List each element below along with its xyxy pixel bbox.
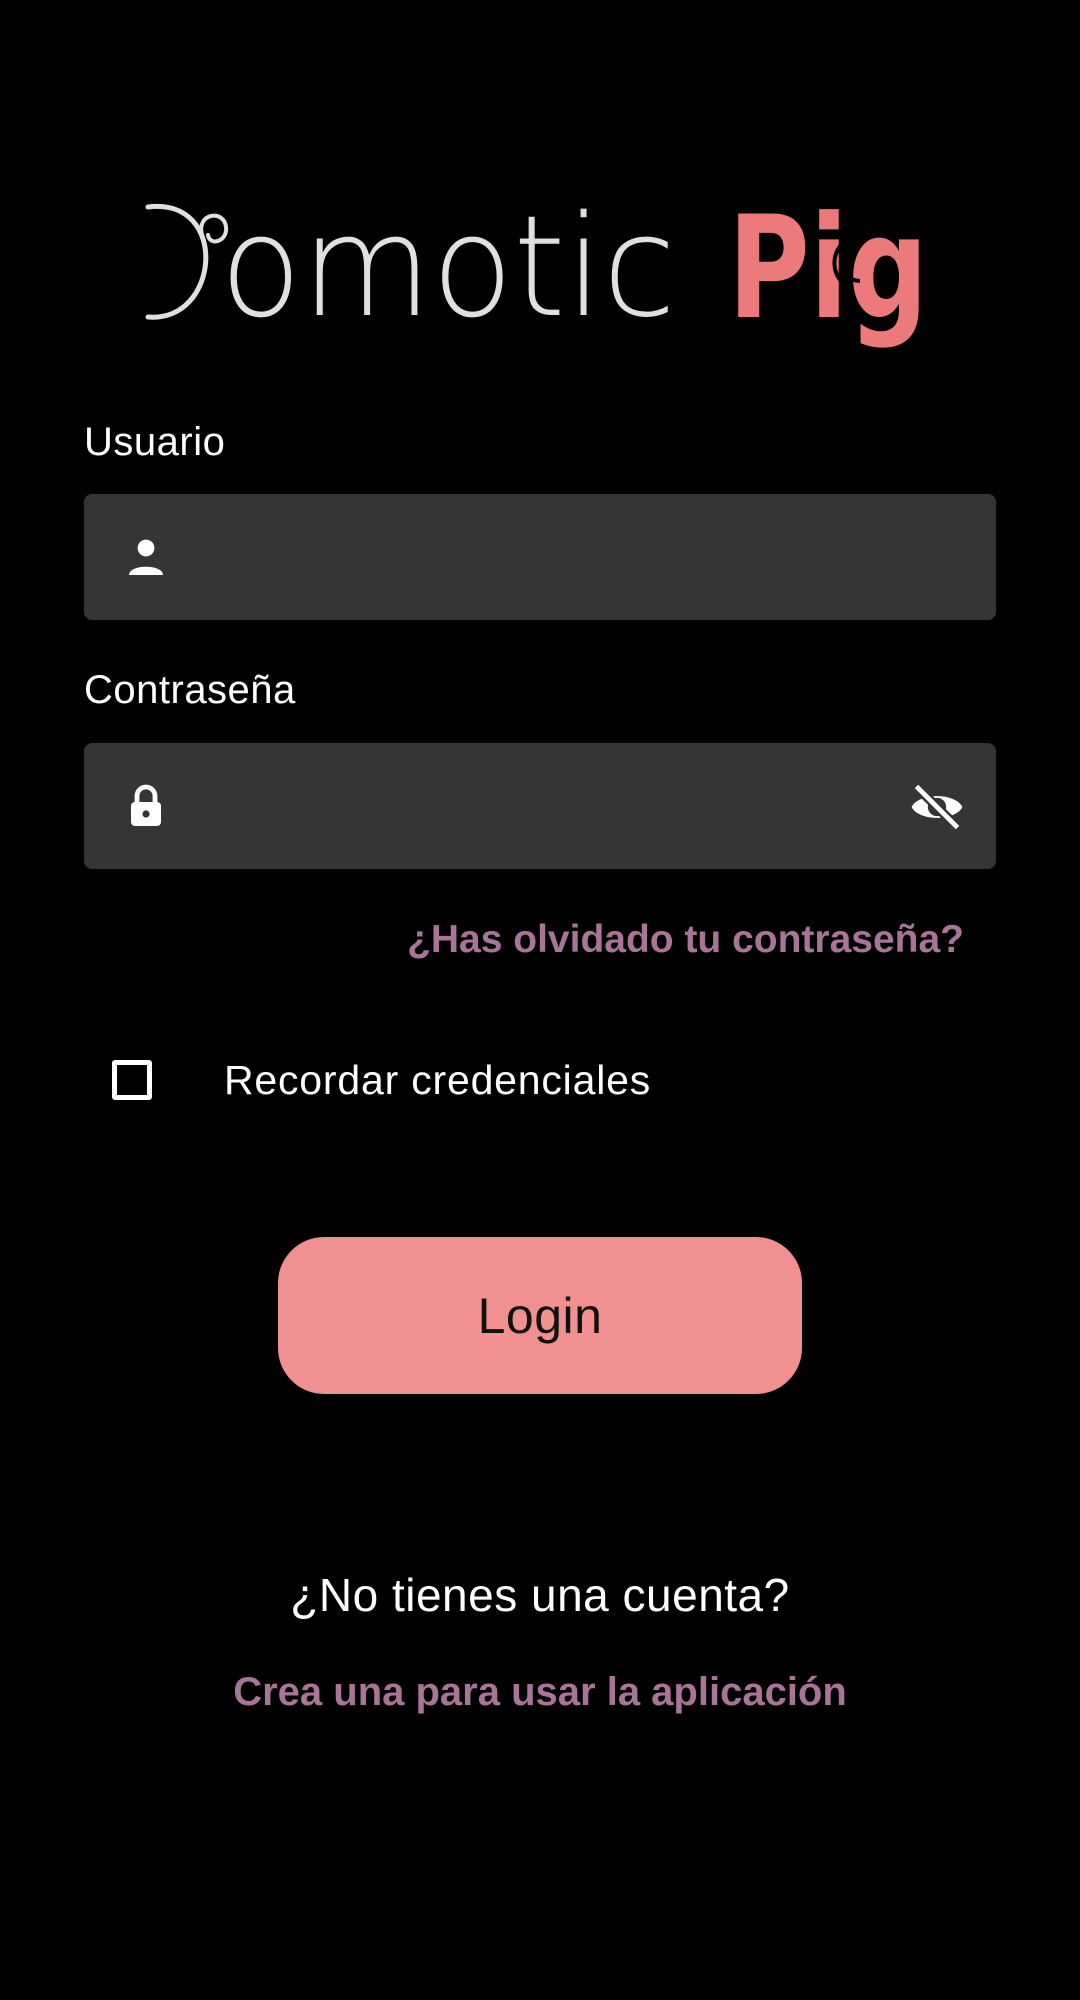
username-input[interactable] [214,494,894,620]
login-button[interactable]: Login [278,1237,802,1394]
lock-icon [131,784,161,826]
eye-off-icon[interactable] [908,778,966,836]
remember-checkbox[interactable] [112,1060,152,1100]
login-screen: omotic Pig Usuario Contraseña ¿Has olvid… [0,0,1080,2000]
no-account-text: ¿No tienes una cuenta? [290,1569,790,1621]
domoticpig-logo: omotic Pig [145,195,928,351]
password-field[interactable] [84,743,996,869]
username-field[interactable] [84,494,996,620]
logo-text-light: omotic [220,195,676,349]
forgot-password-link[interactable]: ¿Has olvidado tu contraseña? [407,918,964,962]
remember-label: Recordar credenciales [224,1056,651,1103]
remember-credentials-row[interactable]: Recordar credenciales [112,1054,651,1106]
person-icon [129,539,163,575]
password-label: Contraseña [84,668,296,712]
password-input[interactable] [214,743,894,869]
username-label: Usuario [84,420,226,464]
logo-text-pink: Pig [728,195,928,351]
create-account-link[interactable]: Crea una para usar la aplicación [0,1670,1080,1715]
